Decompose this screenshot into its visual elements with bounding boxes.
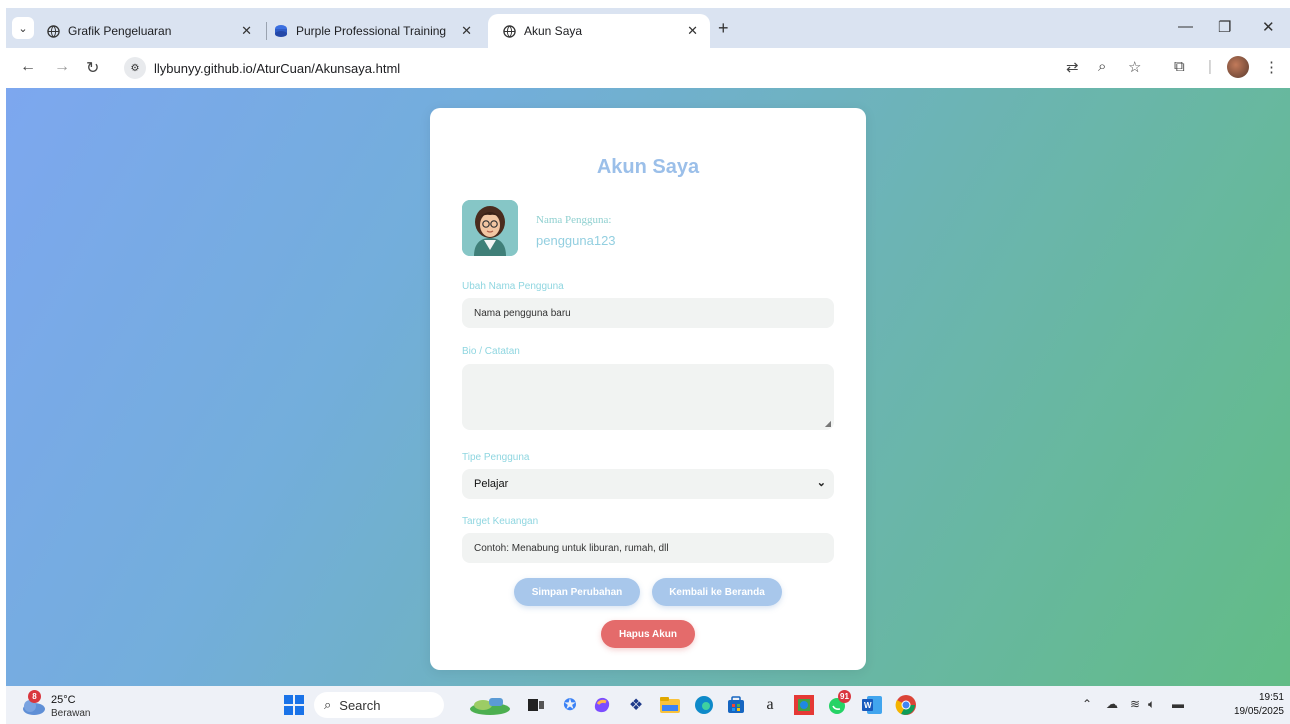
volume-icon[interactable]: 🔈︎ xyxy=(1148,697,1155,712)
globe-icon xyxy=(502,24,516,38)
avatar xyxy=(462,200,518,256)
translate-icon[interactable]: ⇄ xyxy=(1066,58,1079,76)
copilot-icon[interactable] xyxy=(590,694,614,716)
forward-icon[interactable]: → xyxy=(54,58,70,76)
toolbar-divider: | xyxy=(1208,58,1212,75)
address-bar[interactable]: ⚙ llybunyy.github.io/AturCuan/Akunsaya.h… xyxy=(118,53,1158,83)
zoom-icon[interactable]: ⌕ xyxy=(1098,58,1106,75)
tab-title: Akun Saya xyxy=(524,24,583,38)
bookmark-star-icon[interactable]: ☆ xyxy=(1128,58,1141,76)
clock-time: 19:51 xyxy=(1258,692,1284,703)
new-tab-icon[interactable]: + xyxy=(718,18,729,39)
bio-textarea[interactable]: ◢ xyxy=(462,364,834,430)
weather-description: Berawan xyxy=(51,708,91,719)
store-star-icon[interactable]: ✪ xyxy=(558,694,582,716)
tab-title: Purple Professional Training Ma xyxy=(296,24,446,38)
edge-icon[interactable] xyxy=(692,694,716,716)
account-card: Akun Saya Nama Pengguna: pengguna123 Uba… xyxy=(430,108,866,670)
file-explorer-icon[interactable] xyxy=(658,694,682,716)
tab-separator xyxy=(266,22,267,40)
whatsapp-icon[interactable]: 91 xyxy=(826,690,851,716)
minimize-icon[interactable]: — xyxy=(1178,18,1193,35)
bio-label: Bio / Catatan xyxy=(462,346,520,357)
close-tab-icon[interactable]: ✕ xyxy=(687,23,698,39)
close-tab-icon[interactable]: ✕ xyxy=(461,23,472,39)
svg-text:W: W xyxy=(864,701,872,710)
battery-icon[interactable]: ▬ xyxy=(1172,697,1184,711)
blue-disc-icon xyxy=(274,24,288,38)
rename-label: Ubah Nama Pengguna xyxy=(462,281,564,292)
windows-start-icon[interactable] xyxy=(282,694,306,716)
taskbar-search[interactable]: ⌕ Search xyxy=(314,692,444,718)
url-text[interactable]: llybunyy.github.io/AturCuan/Akunsaya.htm… xyxy=(154,61,400,76)
tab-strip: ⌄ Grafik Pengeluaran ✕ Purple Profession… xyxy=(6,8,1290,48)
dropbox-icon[interactable]: ❖ xyxy=(624,694,648,716)
photo-app-icon[interactable] xyxy=(792,694,816,716)
tab-title: Grafik Pengeluaran xyxy=(68,24,172,38)
windows-taskbar: 8 25°C Berawan ⌕ Search ✪ ❖ a 91 W ⌃ ☁ ≋… xyxy=(6,686,1290,724)
chevron-up-icon[interactable]: ⌃ xyxy=(1082,697,1092,711)
username-value: pengguna123 xyxy=(536,233,616,248)
system-clock[interactable]: 19:51 19/05/2025 xyxy=(1218,691,1284,719)
globe-icon xyxy=(46,24,60,38)
amazon-icon[interactable]: a xyxy=(758,694,782,716)
ms-store-icon[interactable] xyxy=(724,694,748,716)
wifi-icon[interactable]: ≋ xyxy=(1130,697,1140,711)
user-type-select[interactable]: Pelajar ⌄ xyxy=(462,469,834,499)
notification-badge: 91 xyxy=(838,690,851,703)
tab-purple-training[interactable]: Purple Professional Training Ma ✕ xyxy=(274,14,484,48)
weather-badge: 8 xyxy=(28,690,41,703)
user-type-label: Tipe Pengguna xyxy=(462,452,530,463)
save-changes-button[interactable]: Simpan Perubahan xyxy=(514,578,640,606)
search-icon: ⌕ xyxy=(324,697,332,712)
restore-icon[interactable]: ❐ xyxy=(1218,18,1231,36)
tab-search-button[interactable]: ⌄ xyxy=(12,17,34,39)
delete-account-button[interactable]: Hapus Akun xyxy=(601,620,695,648)
tab-grafik-pengeluaran[interactable]: Grafik Pengeluaran ✕ xyxy=(46,14,264,48)
financial-target-input[interactable]: Contoh: Menabung untuk liburan, rumah, d… xyxy=(462,533,834,563)
reload-icon[interactable]: ↻ xyxy=(86,58,99,78)
back-icon[interactable]: ← xyxy=(20,58,36,76)
menu-kebab-icon[interactable]: ⋮ xyxy=(1264,58,1279,76)
cloud-sync-icon[interactable]: ☁ xyxy=(1106,697,1118,711)
browser-toolbar: ← → ↻ ⚙ llybunyy.github.io/AturCuan/Akun… xyxy=(6,48,1290,88)
profile-avatar[interactable] xyxy=(1227,56,1249,78)
chevron-down-icon: ⌄ xyxy=(816,477,826,489)
word-icon[interactable]: W xyxy=(860,694,884,716)
temperature: 25°C xyxy=(51,694,76,706)
user-type-selected: Pelajar xyxy=(474,478,509,490)
close-tab-icon[interactable]: ✕ xyxy=(241,23,252,39)
site-info-icon[interactable]: ⚙ xyxy=(124,57,146,79)
task-view-icon[interactable] xyxy=(524,694,548,716)
widgets-landscape-icon[interactable] xyxy=(468,694,512,716)
clock-date: 19/05/2025 xyxy=(1233,706,1284,717)
extensions-icon[interactable]: ⧉ xyxy=(1174,58,1185,75)
back-to-home-button[interactable]: Kembali ke Beranda xyxy=(652,578,782,606)
rename-input[interactable]: Nama pengguna baru xyxy=(462,298,834,328)
page-background: Akun Saya Nama Pengguna: pengguna123 Uba… xyxy=(6,88,1290,686)
page-title: Akun Saya xyxy=(596,156,700,178)
close-window-icon[interactable]: ✕ xyxy=(1262,18,1275,36)
resize-handle-icon[interactable]: ◢ xyxy=(825,419,831,428)
financial-target-label: Target Keuangan xyxy=(462,516,539,527)
tab-akun-saya[interactable]: Akun Saya ✕ xyxy=(488,14,710,48)
weather-cloud-icon[interactable]: 8 xyxy=(20,690,46,715)
search-label: Search xyxy=(339,697,381,713)
username-label: Nama Pengguna: xyxy=(536,214,612,226)
chrome-icon[interactable] xyxy=(894,694,918,716)
browser-window: ⌄ Grafik Pengeluaran ✕ Purple Profession… xyxy=(6,8,1290,724)
